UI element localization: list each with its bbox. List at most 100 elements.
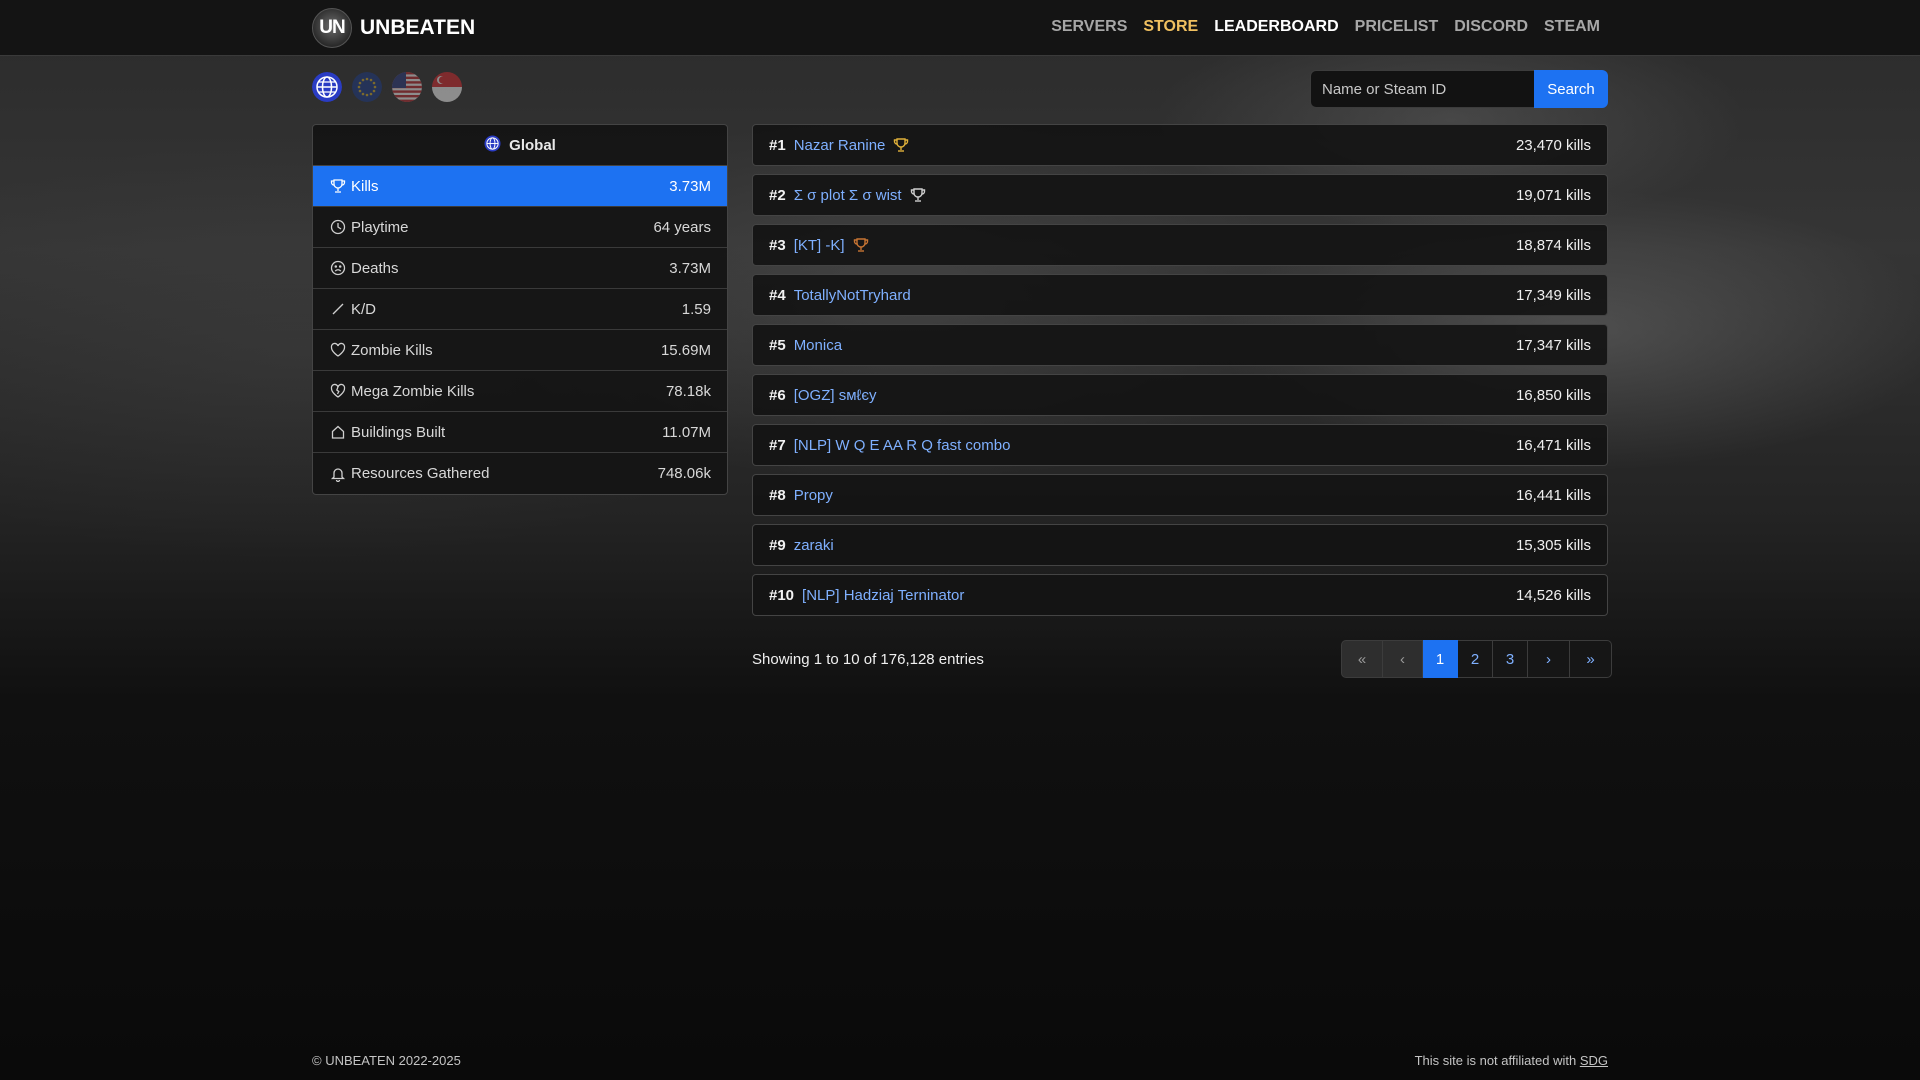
leaderboard-row: #2 Σ σ plot Σ σ wist 19,071 kills xyxy=(752,174,1608,216)
stat-zombie-kills[interactable]: Zombie Kills 15.69M xyxy=(313,330,727,371)
house-icon xyxy=(329,423,347,441)
kill-count: 17,347 kills xyxy=(1515,336,1591,354)
silver-trophy-icon xyxy=(910,187,926,203)
next-page-button[interactable]: › xyxy=(1528,640,1570,678)
nav-steam[interactable]: STEAM xyxy=(1544,18,1600,36)
player-link[interactable]: [NLP] W Q E AA R Q fast combo xyxy=(794,437,1011,454)
eu-flag-icon[interactable] xyxy=(352,72,382,102)
stat-label: Buildings Built xyxy=(351,423,446,441)
stats-header-title: Global xyxy=(509,136,556,154)
brand[interactable]: UN UNBEATEN xyxy=(312,8,475,48)
clock-icon xyxy=(329,218,347,236)
stat-value: 78.18k xyxy=(665,382,711,400)
search-input[interactable] xyxy=(1310,70,1534,108)
brand-logo[interactable]: UN xyxy=(312,8,352,48)
rank: #7 xyxy=(769,436,786,454)
leaderboard-row: #7 [NLP] W Q E AA R Q fast combo 16,471 … xyxy=(752,424,1608,466)
sg-flag-icon[interactable] xyxy=(432,72,462,102)
trophy-icon xyxy=(329,177,347,195)
player-link[interactable]: Propy xyxy=(794,487,833,504)
us-flag-icon[interactable] xyxy=(392,72,422,102)
stat-value: 11.07M xyxy=(662,423,711,441)
player-link[interactable]: Nazar Ranine xyxy=(794,137,886,154)
stat-buildings-built[interactable]: Buildings Built 11.07M xyxy=(313,412,727,453)
player-link[interactable]: Σ σ plot Σ σ wist xyxy=(794,187,902,204)
kill-count: 16,441 kills xyxy=(1515,486,1591,504)
kill-count: 18,874 kills xyxy=(1515,236,1591,254)
stat-label: Kills xyxy=(351,177,379,195)
player-link[interactable]: TotallyNotTryhard xyxy=(794,287,911,304)
bell-icon xyxy=(329,465,347,483)
kill-count: 19,071 kills xyxy=(1515,186,1591,204)
rank: #1 xyxy=(769,136,786,154)
stat-label: K/D xyxy=(351,300,377,318)
leaderboard-row: #10 [NLP] Hadziaj Terninator 14,526 kill… xyxy=(752,574,1608,616)
rank: #10 xyxy=(769,586,795,604)
previous-page-button[interactable]: ‹ xyxy=(1383,640,1423,678)
global-icon[interactable] xyxy=(312,72,342,102)
rank: #5 xyxy=(769,336,786,354)
page-3-button[interactable]: 3 xyxy=(1493,640,1528,678)
player-link[interactable]: [OGZ] sмℓєу xyxy=(794,387,877,404)
stat-value: 748.06k xyxy=(657,465,711,482)
player-link[interactable]: zaraki xyxy=(794,537,834,554)
brand-name[interactable]: UNBEATEN xyxy=(360,16,475,40)
player-link[interactable]: Monica xyxy=(794,337,842,354)
stat-label: Playtime xyxy=(351,218,409,236)
nav-links: SERVERS STORE LEADERBOARD PRICELIST DISC… xyxy=(1051,18,1600,36)
kill-count: 17,349 kills xyxy=(1515,286,1591,304)
last-page-button[interactable]: » xyxy=(1570,640,1612,678)
stat-value: 64 years xyxy=(653,218,711,236)
leaderboard-row: #5 Monica 17,347 kills xyxy=(752,324,1608,366)
nav-discord[interactable]: DISCORD xyxy=(1454,18,1528,36)
stat-label: Resources Gathered xyxy=(351,465,490,482)
page-1-button[interactable]: 1 xyxy=(1423,640,1458,678)
bronze-trophy-icon xyxy=(853,237,869,253)
leaderboard-row: #9 zaraki 15,305 kills xyxy=(752,524,1608,566)
stat-label: Deaths xyxy=(351,259,399,277)
region-selector xyxy=(312,72,462,102)
footer-disclaimer-text: This site is not affiliated with xyxy=(1414,1053,1577,1068)
stat-playtime[interactable]: Playtime 64 years xyxy=(313,207,727,248)
sdg-link[interactable]: SDG xyxy=(1580,1053,1608,1068)
page-2-button[interactable]: 2 xyxy=(1458,640,1493,678)
footer-disclaimer: This site is not affiliated with SDG xyxy=(1415,1053,1608,1068)
stat-value: 3.73M xyxy=(669,259,711,277)
kill-count: 14,526 kills xyxy=(1515,586,1591,604)
stat-kd[interactable]: K/D 1.59 xyxy=(313,289,727,330)
search-button[interactable]: Search xyxy=(1534,70,1608,108)
leaderboard-row: #4 TotallyNotTryhard 17,349 kills xyxy=(752,274,1608,316)
stat-kills[interactable]: Kills 3.73M xyxy=(313,166,727,207)
stat-deaths[interactable]: Deaths 3.73M xyxy=(313,248,727,289)
nav-servers[interactable]: SERVERS xyxy=(1051,18,1127,36)
stats-panel: Global Kills 3.73M Playtime 64 years Dea… xyxy=(312,124,728,495)
rank: #6 xyxy=(769,386,786,404)
leaderboard-row: #8 Propy 16,441 kills xyxy=(752,474,1608,516)
rank: #8 xyxy=(769,486,786,504)
player-link[interactable]: [NLP] Hadziaj Terninator xyxy=(802,587,964,604)
footer-copyright: © UNBEATEN 2022-2025 xyxy=(312,1053,461,1068)
stats-header: Global xyxy=(313,125,727,166)
nav-pricelist[interactable]: PRICELIST xyxy=(1355,18,1439,36)
broken-heart-icon xyxy=(329,382,347,400)
top-navbar: UN UNBEATEN SERVERS STORE LEADERBOARD PR… xyxy=(0,0,1920,56)
leaderboard-list: #1 Nazar Ranine 23,470 kills #2 Σ σ plot… xyxy=(752,124,1608,624)
globe-icon xyxy=(484,134,501,156)
kill-count: 15,305 kills xyxy=(1515,536,1591,554)
stat-mega-zombie-kills[interactable]: Mega Zombie Kills 78.18k xyxy=(313,371,727,412)
stat-value: 15.69M xyxy=(660,341,711,359)
first-page-button[interactable]: « xyxy=(1341,640,1383,678)
rank: #3 xyxy=(769,236,786,254)
search-bar: Search xyxy=(1310,70,1608,108)
stat-resources-gathered[interactable]: Resources Gathered 748.06k xyxy=(313,453,727,494)
nav-store[interactable]: STORE xyxy=(1143,18,1198,36)
kill-count: 16,471 kills xyxy=(1515,436,1591,454)
kill-count: 16,850 kills xyxy=(1515,386,1591,404)
player-link[interactable]: [KT] -K] xyxy=(794,237,845,254)
rank: #2 xyxy=(769,186,786,204)
heart-icon xyxy=(329,341,347,359)
kill-count: 23,470 kills xyxy=(1515,136,1591,154)
rank: #4 xyxy=(769,286,786,304)
nav-leaderboard[interactable]: LEADERBOARD xyxy=(1214,18,1338,36)
stat-label: Zombie Kills xyxy=(351,341,433,359)
